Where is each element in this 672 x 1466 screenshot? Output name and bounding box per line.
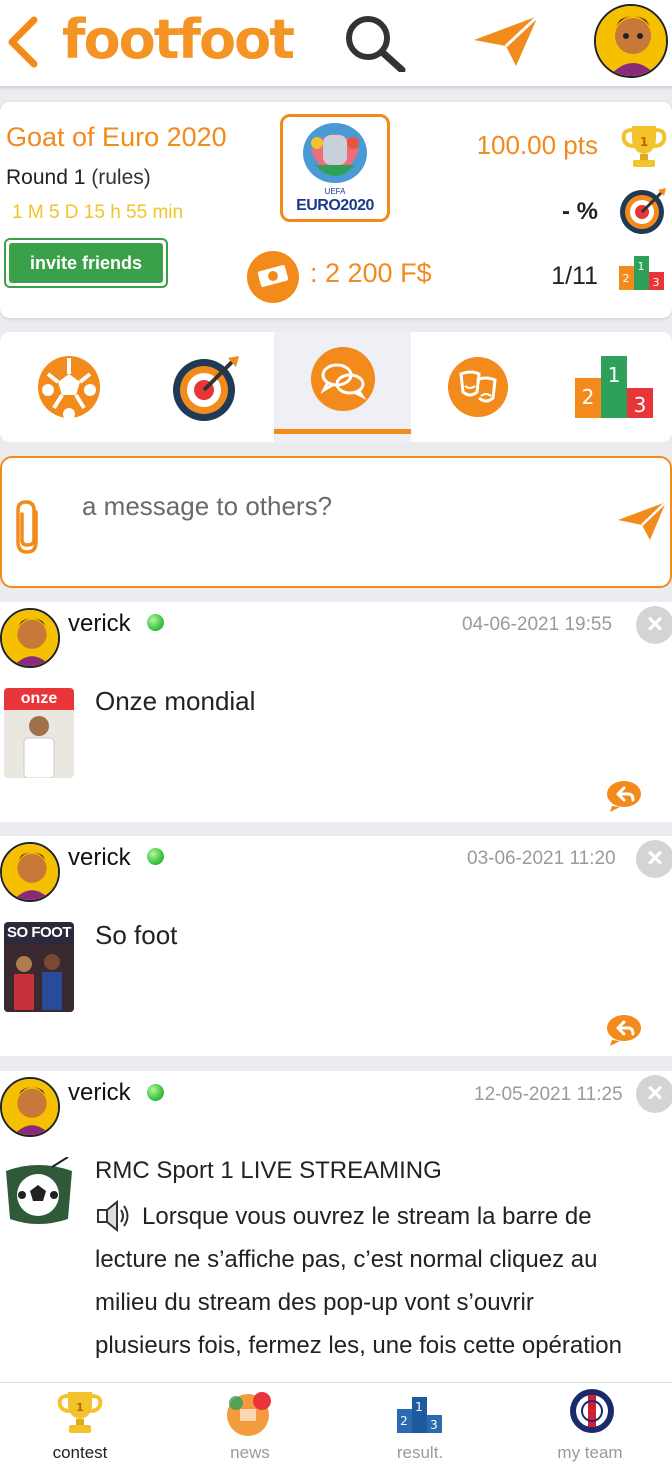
avatar[interactable] [0, 608, 60, 668]
svg-text:2: 2 [623, 272, 630, 285]
accuracy-value: - % [562, 198, 598, 225]
target-icon [618, 186, 668, 241]
svg-text:1: 1 [415, 1400, 423, 1414]
tab-podium[interactable]: 213 [547, 332, 672, 442]
bottom-navigation: 1 contest news 213 result. my team [0, 1382, 672, 1466]
svg-text:1: 1 [640, 135, 648, 149]
svg-text:1: 1 [76, 1401, 84, 1414]
post-date: 04-06-2021 19:55 [462, 614, 613, 635]
send-message-icon[interactable] [616, 500, 668, 547]
post-date: 03-06-2021 11:20 [467, 848, 616, 869]
nav-label: contest [52, 1443, 108, 1462]
round-info: Round 1 (rules) [6, 166, 151, 190]
post-thumbnail[interactable]: onze [4, 688, 74, 778]
post-card: verick 04-06-2021 19:55 × onze Onze mond… [0, 602, 672, 822]
online-indicator [147, 848, 164, 865]
active-tab-indicator [274, 429, 411, 434]
post-body-line: milieu du stream des pop-up vont s’ouvri… [95, 1289, 534, 1316]
nav-contest[interactable]: 1 contest [20, 1383, 140, 1466]
nav-label: my team [557, 1443, 623, 1462]
message-composer [0, 456, 672, 588]
post-card: verick 12-05-2021 11:25 × RMC Sport 1 LI… [0, 1071, 672, 1382]
send-icon[interactable] [472, 14, 540, 73]
post-body-line: Lorsque vous ouvrez le stream la barre d… [142, 1203, 592, 1230]
svg-text:1: 1 [638, 260, 645, 273]
avatar[interactable] [0, 842, 60, 902]
online-indicator [147, 1084, 164, 1101]
close-icon[interactable]: × [636, 606, 672, 644]
reply-icon[interactable] [606, 1014, 642, 1046]
money-bag-icon [244, 244, 302, 309]
nav-results[interactable]: 213 result. [360, 1383, 480, 1466]
thumbnail-label: SO FOOT [7, 924, 72, 941]
rules-link[interactable]: (rules) [91, 166, 151, 189]
post-date: 12-05-2021 11:25 [474, 1084, 623, 1105]
svg-text:3: 3 [430, 1418, 438, 1432]
paperclip-icon[interactable] [14, 498, 50, 561]
message-input[interactable] [82, 486, 582, 526]
section-tabs: 213 [0, 332, 672, 442]
avatar[interactable] [0, 1077, 60, 1137]
user-avatar[interactable] [594, 4, 668, 78]
reply-icon[interactable] [606, 780, 642, 812]
app-logo: footfoot [62, 8, 295, 71]
tab-theater[interactable] [411, 332, 547, 442]
online-indicator [147, 614, 164, 631]
post-username[interactable]: verick [68, 610, 131, 638]
svg-text:3: 3 [653, 276, 660, 289]
points-value: 100.00 pts [476, 130, 598, 160]
invite-friends-label: invite friends [9, 243, 163, 283]
contest-card: Goat of Euro 2020 Round 1 (rules) 1 M 5 … [0, 102, 672, 318]
post-card: verick 03-06-2021 11:20 × SO FOOT So foo… [0, 836, 672, 1056]
thumbnail-label: onze [4, 688, 74, 710]
nav-label: result. [396, 1443, 444, 1462]
football-tv-icon [2, 1156, 76, 1238]
post-username[interactable]: verick [68, 844, 131, 872]
svg-text:1: 1 [608, 363, 621, 387]
tab-target[interactable] [136, 332, 272, 442]
post-body-line: plusieurs fois, fermez les, une fois cet… [95, 1332, 622, 1359]
post-username[interactable]: verick [68, 1079, 131, 1107]
post-body-line: lecture ne s’affiche pas, c’est normal c… [95, 1246, 598, 1273]
uefa-label: UEFA [324, 187, 346, 196]
euro-logo-text: EURO2020 [296, 197, 374, 214]
countdown-timer: 1 M 5 D 15 h 55 min [12, 202, 184, 223]
svg-text:2: 2 [582, 385, 595, 409]
euro-2020-logo: UEFA EURO2020 [280, 114, 390, 222]
tab-football[interactable] [0, 332, 136, 442]
post-title: RMC Sport 1 LIVE STREAMING [95, 1157, 442, 1184]
close-icon[interactable]: × [636, 840, 672, 878]
svg-text:2: 2 [400, 1414, 408, 1428]
post-thumbnail[interactable]: SO FOOT [4, 922, 74, 1012]
back-chevron-icon[interactable] [4, 14, 44, 75]
app-header: footfoot [0, 0, 672, 86]
rank-value: 1/11 [551, 262, 598, 290]
contest-title[interactable]: Goat of Euro 2020 [6, 122, 227, 153]
trophy-icon: 1 [620, 122, 668, 175]
nav-label: news [230, 1443, 270, 1462]
nav-news[interactable]: news [190, 1383, 310, 1466]
search-icon[interactable] [342, 12, 408, 77]
post-text: So foot [95, 920, 178, 950]
nav-my-team[interactable]: my team [530, 1383, 650, 1466]
speaker-icon [95, 1199, 133, 1238]
podium-icon: 213 [618, 254, 666, 297]
prize-value: : 2 200 F$ [310, 258, 432, 288]
tab-chat[interactable] [274, 332, 411, 442]
invite-friends-button[interactable]: invite friends [4, 238, 168, 288]
close-icon[interactable]: × [636, 1075, 672, 1113]
post-text: Onze mondial [95, 686, 256, 716]
round-label: Round 1 [6, 166, 86, 189]
svg-text:3: 3 [634, 393, 647, 417]
